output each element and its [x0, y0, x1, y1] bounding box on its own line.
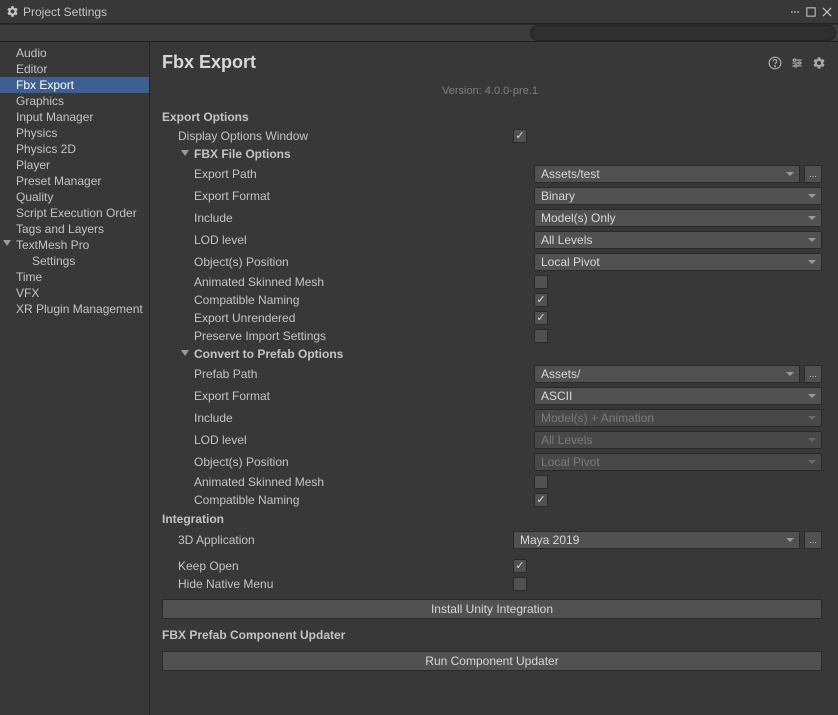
export-format-label: Export Format — [194, 189, 534, 203]
sidebar-item-vfx[interactable]: VFX — [0, 285, 149, 301]
titlebar: Project Settings — [0, 0, 838, 24]
include-label: Include — [194, 211, 534, 225]
run-updater-button[interactable]: Run Component Updater — [162, 651, 822, 671]
window-title: Project Settings — [23, 5, 790, 19]
sidebar-item-time[interactable]: Time — [0, 269, 149, 285]
convert-prefab-header[interactable]: Convert to Prefab Options — [150, 345, 830, 363]
sidebar-item-audio[interactable]: Audio — [0, 45, 149, 61]
gear-icon — [6, 5, 19, 18]
prefab-include-label: Include — [194, 411, 534, 425]
sidebar-item-textmesh-pro[interactable]: TextMesh Pro — [0, 237, 149, 253]
foldout-arrow-icon[interactable] — [180, 348, 190, 358]
app-browse-button[interactable]: ... — [804, 531, 822, 549]
sidebar-item-preset-manager[interactable]: Preset Manager — [0, 173, 149, 189]
sidebar-item-physics[interactable]: Physics — [0, 125, 149, 141]
search-input[interactable] — [530, 25, 836, 41]
sidebar-item-graphics[interactable]: Graphics — [0, 93, 149, 109]
sidebar-item-fbx-export[interactable]: Fbx Export — [0, 77, 149, 93]
fbx-file-options-header[interactable]: FBX File Options — [150, 145, 830, 163]
position-label: Object(s) Position — [194, 255, 534, 269]
display-options-checkbox[interactable] — [513, 129, 527, 143]
prefab-position-label: Object(s) Position — [194, 455, 534, 469]
prefab-path-label: Prefab Path — [194, 367, 534, 381]
kebab-icon[interactable] — [790, 7, 800, 17]
sidebar-item-editor[interactable]: Editor — [0, 61, 149, 77]
gear-icon[interactable] — [812, 56, 826, 70]
export-path-browse-button[interactable]: ... — [804, 165, 822, 183]
sidebar-item-xr[interactable]: XR Plugin Management — [0, 301, 149, 317]
prefab-path-browse-button[interactable]: ... — [804, 365, 822, 383]
close-icon[interactable] — [822, 7, 832, 17]
preserve-import-label: Preserve Import Settings — [194, 329, 534, 343]
prefab-position-dropdown: Local Pivot — [534, 453, 822, 471]
sidebar: Audio Editor Fbx Export Graphics Input M… — [0, 42, 150, 715]
export-path-dropdown[interactable]: Assets/test — [534, 165, 800, 183]
lod-label: LOD level — [194, 233, 534, 247]
app-label: 3D Application — [178, 533, 513, 547]
prefab-compatible-naming-label: Compatible Naming — [194, 493, 534, 507]
version-label: Version: 4.0.0-pre.1 — [150, 77, 830, 107]
sidebar-item-player[interactable]: Player — [0, 157, 149, 173]
export-options-header: Export Options — [150, 107, 830, 127]
prefab-include-dropdown: Model(s) + Animation — [534, 409, 822, 427]
prefab-compatible-naming-checkbox[interactable] — [534, 493, 548, 507]
sidebar-item-script-execution[interactable]: Script Execution Order — [0, 205, 149, 221]
prefab-animated-skin-checkbox[interactable] — [534, 475, 548, 489]
foldout-arrow-icon[interactable] — [2, 238, 12, 248]
export-format-dropdown[interactable]: Binary — [534, 187, 822, 205]
settings-sliders-icon[interactable] — [790, 56, 804, 70]
sidebar-item-tmp-settings[interactable]: Settings — [0, 253, 149, 269]
prefab-path-dropdown[interactable]: Assets/ — [534, 365, 800, 383]
sidebar-item-physics-2d[interactable]: Physics 2D — [0, 141, 149, 157]
prefab-animated-skin-label: Animated Skinned Mesh — [194, 475, 534, 489]
searchbar — [0, 24, 838, 42]
prefab-lod-label: LOD level — [194, 433, 534, 447]
keep-open-checkbox[interactable] — [513, 559, 527, 573]
app-dropdown[interactable]: Maya 2019 — [513, 531, 800, 549]
foldout-arrow-icon[interactable] — [180, 148, 190, 158]
position-dropdown[interactable]: Local Pivot — [534, 253, 822, 271]
prefab-format-label: Export Format — [194, 389, 534, 403]
hide-menu-label: Hide Native Menu — [178, 577, 513, 591]
export-unrendered-checkbox[interactable] — [534, 311, 548, 325]
help-icon[interactable] — [768, 56, 782, 70]
animated-skin-checkbox[interactable] — [534, 275, 548, 289]
compatible-naming-label: Compatible Naming — [194, 293, 534, 307]
keep-open-label: Keep Open — [178, 559, 513, 573]
sidebar-item-input-manager[interactable]: Input Manager — [0, 109, 149, 125]
content-panel: Fbx Export Version: 4.0.0-pre.1 Export O… — [150, 42, 838, 715]
compatible-naming-checkbox[interactable] — [534, 293, 548, 307]
prefab-updater-header: FBX Prefab Component Updater — [150, 625, 830, 645]
export-path-label: Export Path — [194, 167, 534, 181]
install-integration-button[interactable]: Install Unity Integration — [162, 599, 822, 619]
lod-dropdown[interactable]: All Levels — [534, 231, 822, 249]
hide-menu-checkbox[interactable] — [513, 577, 527, 591]
sidebar-item-tags-layers[interactable]: Tags and Layers — [0, 221, 149, 237]
animated-skin-label: Animated Skinned Mesh — [194, 275, 534, 289]
prefab-format-dropdown[interactable]: ASCII — [534, 387, 822, 405]
preserve-import-checkbox[interactable] — [534, 329, 548, 343]
integration-header: Integration — [150, 509, 830, 529]
include-dropdown[interactable]: Model(s) Only — [534, 209, 822, 227]
export-unrendered-label: Export Unrendered — [194, 311, 534, 325]
prefab-lod-dropdown: All Levels — [534, 431, 822, 449]
maximize-icon[interactable] — [806, 7, 816, 17]
page-title: Fbx Export — [162, 52, 768, 73]
display-options-label: Display Options Window — [178, 129, 513, 143]
sidebar-item-quality[interactable]: Quality — [0, 189, 149, 205]
